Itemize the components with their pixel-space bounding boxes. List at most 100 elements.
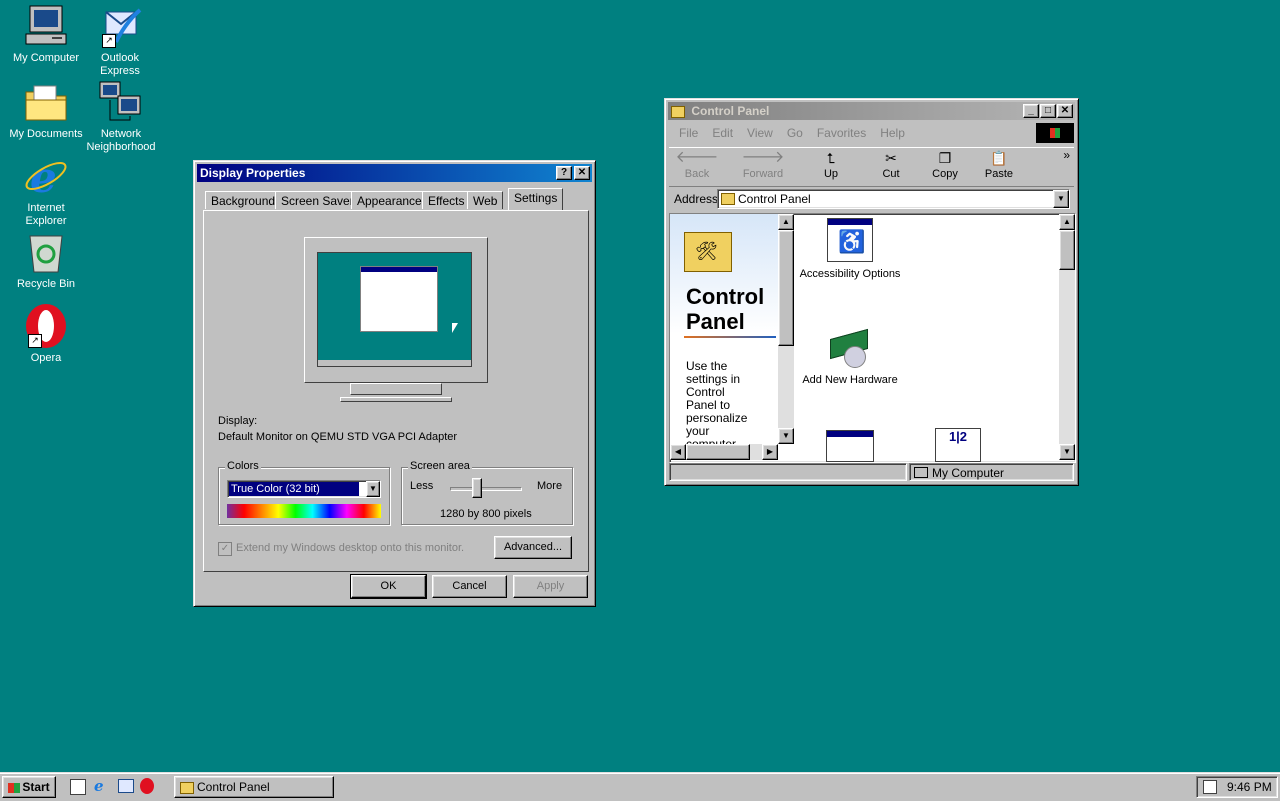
back-button[interactable]: 🡐 Back	[671, 148, 723, 180]
desktop-icon-recycle-bin[interactable]: Recycle Bin	[6, 228, 86, 291]
toolbar: 🡐 Back 🡒 Forward ⮤ Up ✂ Cut ❐ Copy 📋 Pas…	[669, 147, 1074, 187]
desktop-icon-opera[interactable]: ↗ Opera	[6, 302, 86, 365]
outlook-express-icon: ↗	[96, 2, 144, 50]
recycle-bin-icon	[22, 228, 70, 276]
clock[interactable]: 9:46 PM	[1227, 780, 1272, 794]
help-button[interactable]: ?	[556, 166, 572, 180]
maximize-button[interactable]: □	[1040, 104, 1056, 118]
chevron-down-icon[interactable]: ▼	[1053, 190, 1069, 208]
extend-checkbox[interactable]: ✓	[218, 542, 232, 556]
scroll-thumb[interactable]	[778, 230, 794, 346]
advanced-button[interactable]: Advanced...	[494, 536, 572, 559]
add-new-hardware-item[interactable]: Add New Hardware	[795, 324, 905, 386]
svg-text:e: e	[30, 153, 57, 200]
minimize-button[interactable]: _	[1023, 104, 1039, 118]
monitor-preview	[304, 237, 488, 402]
desktop-icon-internet-explorer[interactable]: e Internet Explorer	[6, 152, 86, 228]
preview-screen	[317, 252, 472, 367]
tab-settings[interactable]: Settings	[508, 188, 564, 210]
address-value: Control Panel	[738, 192, 811, 206]
apply-button[interactable]: Apply	[513, 575, 588, 598]
display-item-icon[interactable]	[826, 430, 874, 462]
close-button[interactable]: ✕	[574, 166, 590, 180]
opera-quick-icon[interactable]	[140, 778, 154, 794]
menu-help[interactable]: Help	[880, 126, 905, 140]
add-hardware-icon	[826, 324, 874, 368]
scroll-up-arrow-icon[interactable]: ▲	[778, 214, 794, 230]
web-view-panel: 🛠 Control Panel Use the settings in Cont…	[670, 214, 778, 444]
desktop-icon-outlook-express[interactable]: ↗ Outlook Express	[80, 2, 160, 78]
start-button[interactable]: Start	[2, 776, 56, 798]
colors-selected-value: True Color (32 bit)	[229, 482, 359, 496]
show-desktop-icon[interactable]	[70, 779, 86, 795]
scroll-up-arrow-icon[interactable]: ▲	[1059, 214, 1075, 230]
window-title: Display Properties	[200, 166, 306, 180]
side-divider	[684, 336, 776, 338]
tab-appearance[interactable]: Appearance	[351, 191, 428, 209]
hscroll-thumb[interactable]	[686, 444, 750, 460]
scroll-right-arrow-icon[interactable]: ▶	[762, 444, 778, 460]
extend-checkbox-label: Extend my Windows desktop onto this moni…	[236, 542, 465, 554]
control-panel-titlebar[interactable]: Control Panel _ □ ✕	[668, 102, 1075, 120]
address-label: Address	[674, 192, 719, 206]
desktop-icon-network-neighborhood[interactable]: Network Neighborhood	[80, 78, 160, 154]
colors-select[interactable]: True Color (32 bit) ▼	[227, 480, 381, 498]
copy-button[interactable]: ❐ Copy	[919, 148, 971, 180]
display-value: Default Monitor on QEMU STD VGA PCI Adap…	[218, 431, 458, 443]
side-text: Use the settings in Control Panel to per…	[686, 359, 748, 445]
scroll-left-arrow-icon[interactable]: ◀	[670, 444, 686, 460]
date-time-item-icon[interactable]: 1|2	[935, 428, 981, 462]
up-button[interactable]: ⮤ Up	[805, 148, 857, 180]
scheduler-icon[interactable]	[1203, 780, 1217, 794]
tab-effects[interactable]: Effects	[422, 191, 471, 209]
forward-arrow-icon: 🡒	[741, 149, 785, 166]
accessibility-options-item[interactable]: ♿ Accessibility Options	[795, 218, 905, 280]
menu-edit[interactable]: Edit	[712, 126, 733, 140]
up-folder-icon: ⮤	[826, 150, 836, 166]
tab-background[interactable]: Background	[205, 191, 282, 209]
scroll-down-arrow-icon[interactable]: ▼	[778, 428, 794, 444]
mouse-cursor-icon	[452, 323, 458, 333]
menu-view[interactable]: View	[747, 126, 773, 140]
ok-button[interactable]: OK	[350, 574, 427, 599]
side-title: Control Panel	[686, 284, 765, 334]
resolution-slider-track	[450, 487, 522, 491]
menu-file[interactable]: File	[679, 126, 698, 140]
less-label: Less	[410, 480, 434, 492]
content-pane: 🛠 Control Panel Use the settings in Cont…	[669, 213, 1076, 463]
scroll-thumb[interactable]	[1059, 230, 1075, 270]
desktop-icon-label: Recycle Bin	[16, 278, 76, 290]
internet-explorer-quick-icon[interactable]: e	[94, 777, 104, 795]
menu-go[interactable]: Go	[787, 126, 803, 140]
toolbar-chevron-icon[interactable]: »	[1063, 148, 1070, 162]
desktop-icon-my-computer[interactable]: My Computer	[6, 2, 86, 65]
scroll-down-arrow-icon[interactable]: ▼	[1059, 444, 1075, 460]
outlook-express-quick-icon[interactable]	[118, 779, 134, 793]
system-tray: 9:46 PM	[1196, 776, 1278, 798]
close-button[interactable]: ✕	[1057, 104, 1073, 118]
left-pane-scrollbar[interactable]: ▲ ▼	[778, 214, 794, 444]
left-pane-hscrollbar[interactable]: ◀ ▶	[670, 444, 778, 460]
chevron-down-icon[interactable]: ▼	[366, 481, 380, 497]
control-panel-window: Control Panel _ □ ✕ File Edit View Go Favori…	[664, 98, 1079, 486]
right-pane-scrollbar[interactable]: ▲ ▼	[1059, 214, 1075, 460]
resolution-slider-thumb[interactable]	[472, 478, 482, 498]
tab-screen-saver[interactable]: Screen Saver	[275, 191, 360, 209]
cut-button[interactable]: ✂ Cut	[865, 148, 917, 180]
forward-button[interactable]: 🡒 Forward	[737, 148, 789, 180]
window-title: Control Panel	[691, 104, 770, 118]
cancel-button[interactable]: Cancel	[432, 575, 507, 598]
menu-bar: File Edit View Go Favorites Help	[679, 126, 919, 140]
desktop-icon-my-documents[interactable]: My Documents	[6, 78, 86, 141]
my-computer-small-icon	[914, 467, 928, 478]
status-zone: My Computer	[909, 463, 1074, 481]
scissors-icon: ✂	[885, 150, 897, 166]
paste-button[interactable]: 📋 Paste	[973, 148, 1025, 180]
menu-favorites[interactable]: Favorites	[817, 126, 866, 140]
address-field[interactable]: Control Panel ▼	[717, 189, 1070, 209]
tab-web[interactable]: Web	[467, 191, 504, 209]
display-properties-titlebar[interactable]: Display Properties ? ✕	[197, 164, 592, 182]
control-panel-small-icon	[180, 782, 194, 794]
taskbar-control-panel-button[interactable]: Control Panel	[174, 776, 334, 798]
my-computer-icon	[22, 2, 70, 50]
